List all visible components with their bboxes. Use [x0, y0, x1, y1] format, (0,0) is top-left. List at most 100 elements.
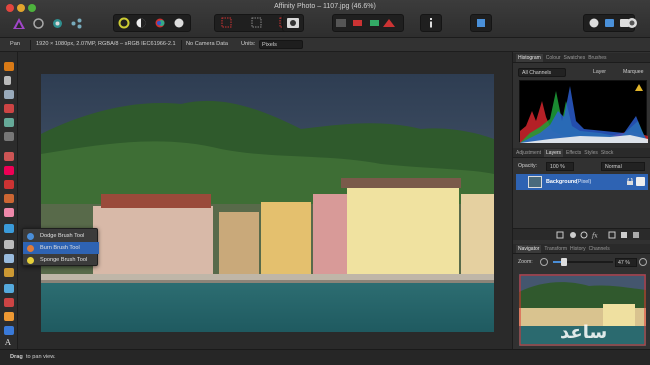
levels-icon[interactable]: [118, 17, 130, 29]
tab-styles[interactable]: Styles: [584, 150, 598, 156]
adjustment-layer-icon[interactable]: [570, 232, 576, 238]
context-toolbar: Pan 1920 × 1080px, 2.07MP, RGBA/8 – sRGB…: [0, 38, 650, 52]
paint-brush-icon[interactable]: [4, 180, 14, 189]
channel-select[interactable]: All Channels: [518, 68, 566, 77]
trash-icon[interactable]: [633, 232, 639, 238]
zoom-field[interactable]: 47 %: [615, 258, 637, 267]
layer-mask-icon[interactable]: [556, 231, 564, 239]
pan-tool-icon[interactable]: [4, 62, 14, 71]
quick-mask-button[interactable]: [282, 14, 304, 32]
fill-tool-icon[interactable]: [4, 152, 14, 161]
color-picker-icon[interactable]: [4, 166, 14, 175]
layer-row-background[interactable]: Background (Pixel): [516, 174, 648, 190]
move-tool-icon[interactable]: [4, 76, 11, 85]
info-button[interactable]: [420, 14, 442, 32]
clone-brush-icon[interactable]: [4, 240, 14, 249]
tab-stock[interactable]: Stock: [601, 150, 614, 156]
status-bar: Drag to pan view.: [0, 349, 650, 365]
tab-brushes[interactable]: Brushes: [588, 55, 606, 61]
assistant-icon[interactable]: [589, 18, 599, 28]
histogram-curves: [520, 86, 648, 143]
select-all-icon[interactable]: [221, 17, 232, 28]
erase-brush-icon[interactable]: [4, 208, 14, 217]
blur-brush-icon[interactable]: [4, 284, 14, 293]
tab-swatches[interactable]: Swatches: [564, 55, 586, 61]
fullscreen-button[interactable]: [622, 14, 642, 32]
svg-text:fx: fx: [591, 233, 598, 240]
healing-brush-icon[interactable]: [4, 254, 14, 263]
zoom-in-icon[interactable]: [639, 258, 647, 266]
layer-thumbnail: [528, 176, 542, 188]
shape-tool-icon[interactable]: [4, 326, 14, 335]
tone-mapping-persona-button[interactable]: [68, 14, 84, 32]
histogram-tabs: Histogram Colour Swatches Brushes: [513, 53, 650, 63]
info-icon: [430, 18, 432, 28]
status-hint-bold: Drag: [10, 354, 23, 360]
zoom-slider[interactable]: [553, 258, 613, 266]
flood-select-icon[interactable]: [4, 118, 14, 127]
snapping-toggle-icon[interactable]: [383, 19, 395, 27]
layer-button[interactable]: Layer: [593, 69, 606, 75]
sponge-brush-icon: [27, 256, 34, 264]
window-title: Affinity Photo – 1107.jpg (46.6%): [274, 3, 376, 10]
document-image: [41, 74, 494, 332]
selection-brush-icon[interactable]: [4, 104, 14, 113]
document-info: 1920 × 1080px, 2.07MP, RGBA/8 – sRGB IEC…: [36, 41, 176, 47]
arrange-icon[interactable]: [336, 19, 346, 27]
burn-brush-menu-item[interactable]: Burn Brush Tool: [23, 242, 99, 254]
tab-adjustment[interactable]: Adjustment: [516, 150, 541, 156]
tab-layers[interactable]: Layers: [544, 148, 564, 157]
layers-footer-icons: fx: [556, 231, 639, 240]
rotate-left-button[interactable]: [470, 14, 492, 32]
tab-histogram[interactable]: Histogram: [516, 53, 543, 62]
marquee-button[interactable]: Marquee: [623, 69, 643, 75]
camera-data: No Camera Data: [186, 41, 228, 47]
watermark-logo: ساعد: [560, 322, 608, 343]
marquee-tool-icon[interactable]: [4, 132, 14, 141]
layer-visibility-checkbox[interactable]: [636, 177, 645, 186]
live-filter-icon[interactable]: [580, 231, 588, 239]
smudge-brush-icon[interactable]: [4, 268, 14, 277]
text-tool-icon[interactable]: A: [5, 338, 11, 347]
blend-mode-select[interactable]: Normal: [601, 162, 645, 171]
units-select[interactable]: Pixels: [259, 40, 303, 49]
layer-name: Background: [546, 179, 578, 185]
snapping-icon[interactable]: [370, 20, 379, 26]
white-balance-icon[interactable]: [174, 18, 184, 28]
red-eye-icon[interactable]: [4, 298, 14, 307]
burn-brush-icon: [27, 244, 34, 252]
add-layer-icon[interactable]: [621, 232, 627, 238]
layers-tabs: Adjustment Layers Effects Styles Stock: [513, 148, 650, 158]
tab-navigator[interactable]: Navigator: [516, 244, 542, 253]
mask-icon[interactable]: [353, 20, 362, 26]
preferences-icon[interactable]: [605, 19, 614, 27]
zoom-out-icon[interactable]: [540, 258, 548, 266]
photo-persona-icon: [13, 17, 25, 29]
dodge-brush-menu-item[interactable]: Dodge Brush Tool: [23, 230, 99, 242]
rotate-icon: [477, 19, 485, 27]
tab-channels[interactable]: Channels: [589, 246, 610, 252]
dodge-brush-icon[interactable]: [4, 224, 14, 233]
crop-tool-icon[interactable]: [4, 90, 14, 99]
lake-town-photo: [41, 74, 494, 332]
tab-history[interactable]: History: [570, 246, 586, 252]
liquify-persona-button[interactable]: [30, 14, 46, 32]
opacity-field[interactable]: 100 %: [546, 162, 574, 171]
add-group-icon[interactable]: [608, 231, 616, 239]
histogram-graph: [519, 80, 648, 143]
develop-persona-icon: [52, 18, 62, 28]
menu-item-label: Burn Brush Tool: [40, 245, 80, 251]
lock-icon[interactable]: [627, 178, 633, 185]
tab-colour[interactable]: Colour: [546, 55, 561, 61]
develop-persona-button[interactable]: [49, 14, 65, 32]
pixel-tool-icon[interactable]: [4, 194, 14, 203]
photo-persona-button[interactable]: [11, 14, 27, 32]
deselect-icon[interactable]: [251, 17, 262, 28]
tab-transform[interactable]: Transform: [544, 246, 567, 252]
liquify-persona-icon: [32, 17, 44, 29]
warning-icon: [635, 84, 643, 91]
sponge-brush-menu-item[interactable]: Sponge Brush Tool: [23, 254, 99, 266]
tab-effects[interactable]: Effects: [566, 150, 581, 156]
pen-tool-icon[interactable]: [4, 312, 14, 321]
zoom-slider-handle[interactable]: [561, 258, 567, 266]
